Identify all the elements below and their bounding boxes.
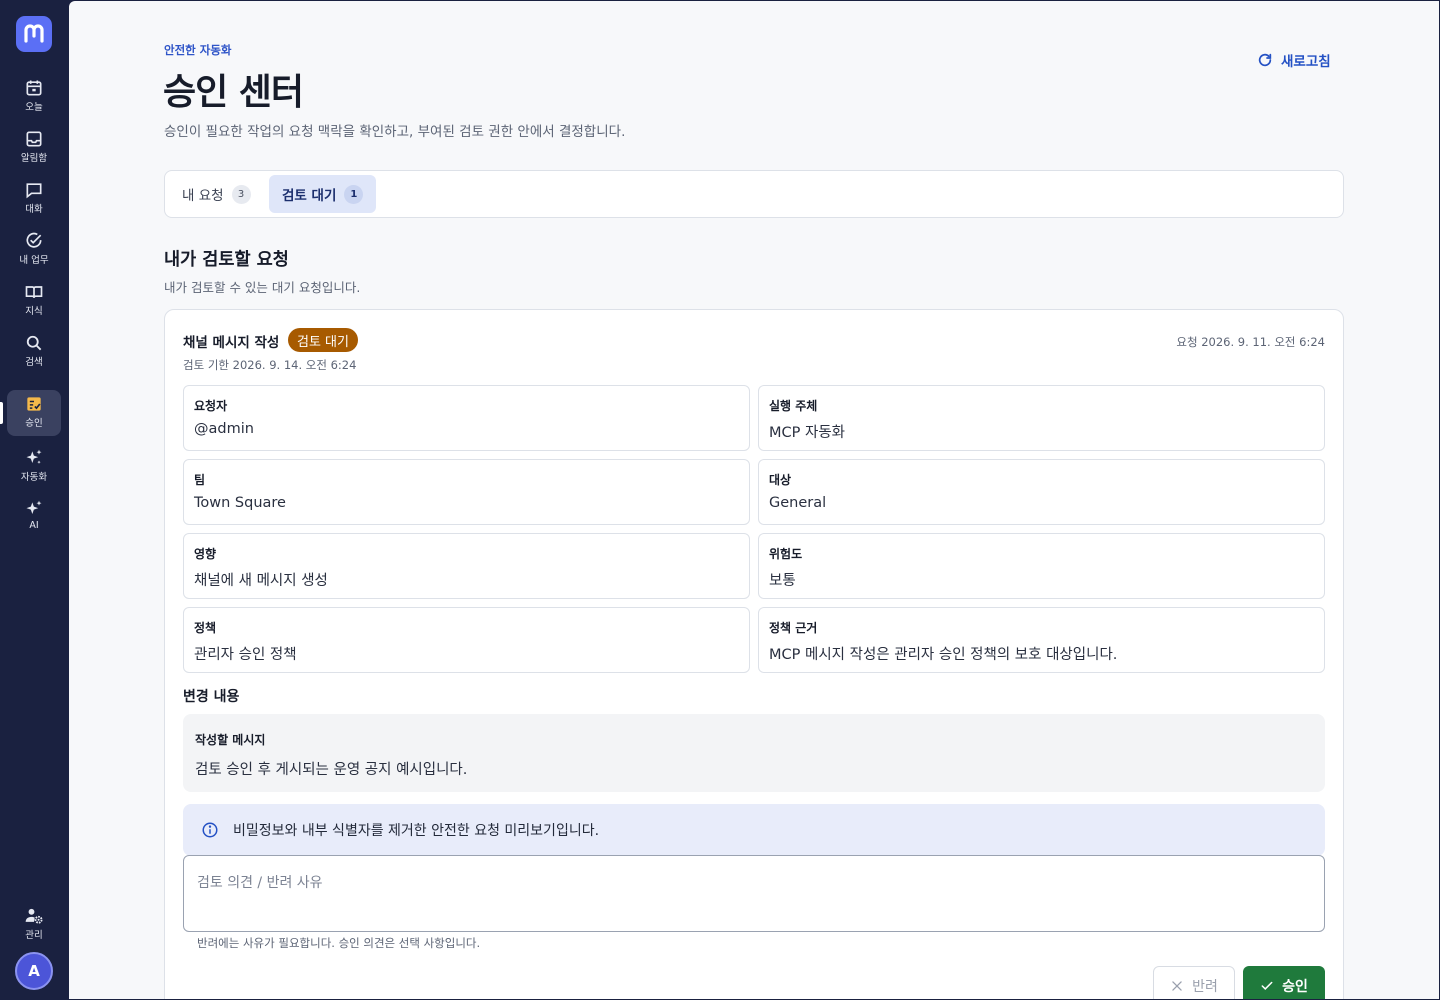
refresh-button[interactable]: 새로고침 — [1257, 50, 1331, 70]
field-label: 요청자 — [194, 399, 228, 413]
main-panel: 안전한 자동화 승인 센터 승인이 필요한 작업의 요청 맥락을 확인하고, 부… — [69, 1, 1439, 999]
field-value: 채널에 새 메시지 생성 — [194, 573, 328, 589]
sidebar-item-admin[interactable]: 관리 — [7, 902, 61, 948]
tab-bar: 내 요청 3 검토 대기 1 — [164, 170, 1344, 218]
field-requester: 요청자 @admin — [183, 385, 750, 451]
field-executor: 실행 주체 MCP 자동화 — [758, 385, 1325, 451]
book-icon — [25, 286, 43, 298]
change-value: 검토 승인 후 게시되는 운영 공지 예시입니다. — [195, 762, 468, 778]
app-logo[interactable] — [16, 16, 52, 52]
field-value: 보통 — [769, 573, 796, 589]
sidebar-item-label: AI — [29, 520, 39, 531]
review-deadline: 검토 기한 2026. 9. 14. 오전 6:24 — [183, 358, 357, 372]
sidebar-item-label: 대화 — [25, 204, 43, 215]
field-label: 정책 — [194, 621, 217, 635]
sidebar-item-label: 지식 — [25, 306, 43, 317]
info-icon — [202, 822, 218, 838]
field-impact: 영향 채널에 새 메시지 생성 — [183, 533, 750, 599]
sidebar-item-search[interactable]: 검색 — [7, 329, 61, 375]
check-icon — [1261, 981, 1273, 990]
close-icon — [1172, 981, 1182, 991]
tab-count-badge: 3 — [231, 184, 251, 204]
field-value: 관리자 승인 정책 — [194, 647, 297, 663]
field-label: 실행 주체 — [769, 399, 818, 413]
field-label: 팀 — [194, 473, 206, 487]
page-title: 승인 센터 — [163, 72, 304, 113]
sidebar-item-ai[interactable]: AI — [7, 495, 61, 541]
refresh-label: 새로고침 — [1281, 54, 1331, 70]
approve-label: 승인 — [1282, 979, 1308, 995]
reject-button[interactable]: 반려 — [1153, 966, 1235, 999]
field-value: @admin — [194, 421, 254, 437]
section-title: 내가 검토할 요청 — [164, 250, 289, 270]
sidebar-item-today[interactable]: 오늘 — [7, 74, 61, 120]
field-risk: 위험도 보통 — [758, 533, 1325, 599]
sidebar-item-chat[interactable]: 대화 — [7, 176, 61, 222]
field-value: General — [769, 495, 827, 511]
field-team: 팀 Town Square — [183, 459, 750, 525]
request-card: 채널 메시지 작성 검토 대기 검토 기한 2026. 9. 14. 오전 6:… — [164, 309, 1344, 999]
info-text: 비밀정보와 내부 식별자를 제거한 안전한 요청 미리보기입니다. — [233, 823, 600, 839]
inbox-icon — [26, 131, 42, 147]
sidebar-item-automation[interactable]: 자동화 — [7, 444, 61, 490]
sidebar-item-my-tasks[interactable]: 내 업무 — [7, 227, 61, 273]
field-value: Town Square — [194, 495, 286, 511]
ai-sparkle-icon — [26, 500, 42, 514]
field-policy: 정책 관리자 승인 정책 — [183, 607, 750, 673]
m-logo-icon — [24, 24, 44, 43]
sidebar-item-inbox[interactable]: 알림함 — [7, 125, 61, 171]
admin-gear-icon — [25, 908, 43, 924]
approve-button[interactable]: 승인 — [1243, 966, 1325, 999]
sparkles-icon — [26, 449, 42, 464]
field-value: MCP 자동화 — [769, 425, 846, 441]
chat-icon — [26, 183, 42, 199]
reject-label: 반려 — [1192, 979, 1218, 995]
section-description: 내가 검토할 수 있는 대기 요청입니다. — [164, 280, 361, 295]
comment-hint: 반려에는 사유가 필요합니다. 승인 의견은 선택 사항입니다. — [197, 936, 481, 950]
sidebar-item-knowledge[interactable]: 지식 — [7, 278, 61, 324]
status-badge: 검토 대기 — [288, 328, 358, 352]
active-indicator — [0, 402, 3, 424]
sidebar-item-label: 내 업무 — [19, 255, 49, 266]
check-circle-icon — [26, 232, 42, 248]
sidebar-item-approval[interactable]: 승인 — [7, 390, 61, 436]
tab-my-requests[interactable]: 내 요청 3 — [169, 175, 264, 213]
field-target: 대상 General — [758, 459, 1325, 525]
tab-label: 검토 대기 — [282, 188, 337, 204]
tab-review-pending[interactable]: 검토 대기 1 — [269, 175, 377, 213]
field-label: 정책 근거 — [769, 621, 818, 635]
avatar[interactable]: A — [15, 952, 53, 990]
approval-icon — [27, 397, 41, 411]
sidebar-item-label: 관리 — [25, 930, 43, 941]
request-title: 채널 메시지 작성 — [183, 335, 280, 351]
change-preview: 작성할 메시지 검토 승인 후 게시되는 운영 공지 예시입니다. — [183, 714, 1325, 792]
field-policy-basis: 정책 근거 MCP 메시지 작성은 관리자 승인 정책의 보호 대상입니다. — [758, 607, 1325, 673]
field-value: MCP 메시지 작성은 관리자 승인 정책의 보호 대상입니다. — [769, 647, 1118, 663]
search-icon — [26, 335, 42, 351]
changes-title: 변경 내용 — [183, 689, 240, 705]
refresh-icon — [1258, 53, 1272, 67]
field-label: 대상 — [769, 473, 792, 487]
field-label: 영향 — [194, 547, 217, 561]
sidebar: 오늘 알림함 대화 내 업무 지식 검색 승인 자동화 AI 관리 A — [0, 0, 68, 1000]
sidebar-item-label: 알림함 — [20, 153, 48, 164]
sidebar-item-label: 오늘 — [25, 102, 43, 113]
page-eyebrow: 안전한 자동화 — [164, 43, 232, 57]
page-description: 승인이 필요한 작업의 요청 맥락을 확인하고, 부여된 검토 권한 안에서 결… — [164, 124, 626, 140]
tab-label: 내 요청 — [182, 188, 224, 204]
change-label: 작성할 메시지 — [195, 733, 266, 747]
sidebar-item-label: 승인 — [25, 418, 43, 429]
sidebar-item-label: 자동화 — [20, 472, 48, 483]
sidebar-item-label: 검색 — [25, 357, 43, 368]
info-notice: 비밀정보와 내부 식별자를 제거한 안전한 요청 미리보기입니다. — [183, 804, 1325, 856]
review-comment-input[interactable] — [183, 855, 1325, 932]
requested-at: 요청 2026. 9. 11. 오전 6:24 — [1176, 335, 1325, 349]
tab-count-badge: 1 — [344, 184, 364, 204]
calendar-icon — [26, 80, 42, 96]
field-label: 위험도 — [769, 547, 803, 561]
